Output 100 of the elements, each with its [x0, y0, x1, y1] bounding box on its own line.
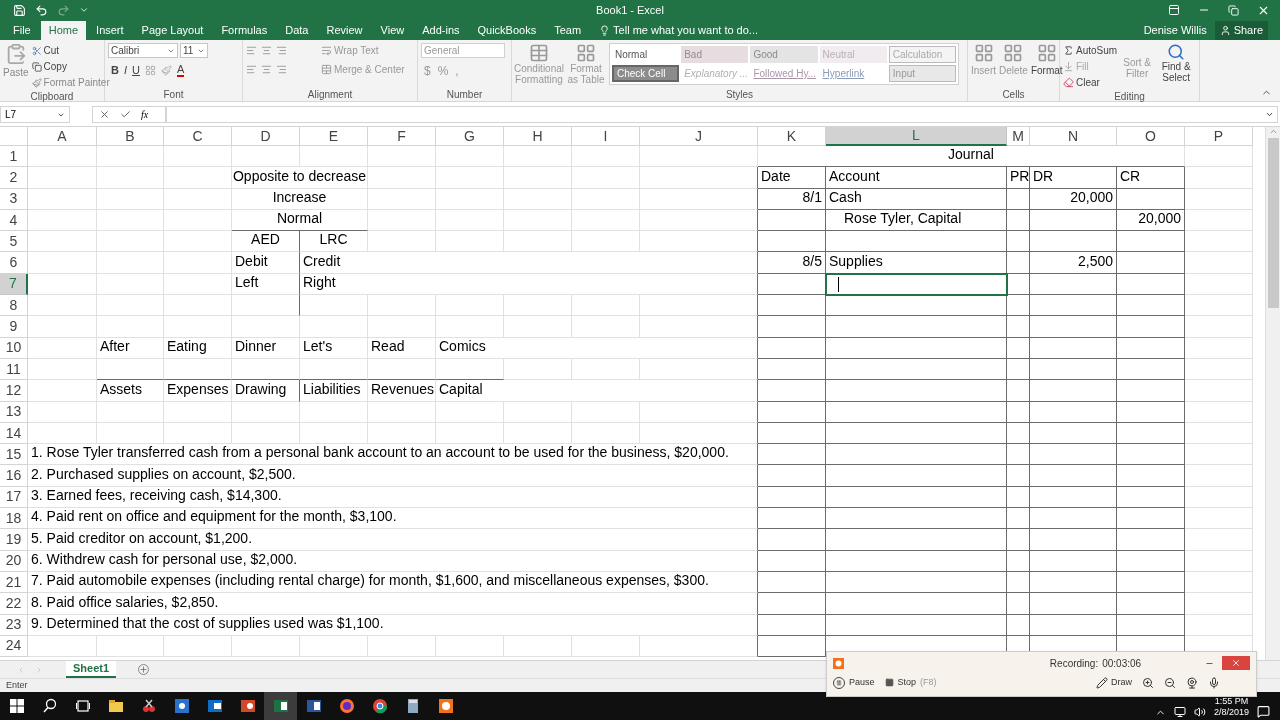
grid-cell[interactable]: [1030, 380, 1117, 402]
grid-cell[interactable]: [1030, 529, 1117, 551]
grid-cell[interactable]: [1007, 295, 1030, 317]
grid-cell[interactable]: [1007, 337, 1030, 359]
grid-cell[interactable]: [1117, 614, 1185, 636]
grid-cell[interactable]: [826, 316, 1007, 338]
name-box[interactable]: L7: [0, 106, 70, 123]
grid-cell[interactable]: [826, 358, 1007, 381]
grid-cell[interactable]: [758, 529, 826, 551]
grid-cell[interactable]: [1007, 508, 1030, 530]
grid-cell[interactable]: [826, 508, 1007, 530]
grid-cell[interactable]: [640, 167, 758, 189]
column-header[interactable]: M: [1007, 127, 1030, 146]
share-button[interactable]: Share: [1214, 21, 1268, 40]
webcam-icon[interactable]: [1186, 676, 1198, 689]
ribbon-tab[interactable]: Home: [40, 21, 87, 40]
grid-cell[interactable]: [758, 550, 826, 572]
grid-cell[interactable]: [1030, 295, 1117, 317]
grid-cell[interactable]: [1117, 273, 1185, 296]
grid-cell[interactable]: [1030, 486, 1117, 509]
grid-cell[interactable]: [826, 486, 1007, 509]
grid-cell[interactable]: [758, 486, 826, 509]
font-color-button[interactable]: A: [176, 63, 185, 77]
grid-cell[interactable]: [1007, 593, 1030, 615]
grid-cell[interactable]: [640, 295, 758, 317]
grid-cell[interactable]: [826, 550, 1007, 572]
align-center-icon[interactable]: [261, 45, 272, 56]
column-header[interactable]: L: [826, 127, 1007, 146]
grid-cell[interactable]: [826, 380, 1007, 402]
column-header[interactable]: B: [97, 127, 164, 146]
grid-cell[interactable]: [758, 295, 826, 317]
copy-button[interactable]: Copy: [31, 59, 110, 74]
grid-cell[interactable]: [1007, 231, 1030, 253]
grid-cell[interactable]: [640, 188, 758, 210]
grid-cell[interactable]: [1030, 550, 1117, 572]
grid-cell[interactable]: [758, 422, 826, 445]
grid-cell[interactable]: [758, 635, 826, 658]
scroll-up-icon[interactable]: [1268, 127, 1278, 136]
column-header[interactable]: H: [504, 127, 572, 146]
column-header[interactable]: D: [232, 127, 300, 146]
clock[interactable]: 1:55 PM 2/8/2019: [1213, 696, 1249, 718]
close-button[interactable]: [1222, 656, 1250, 670]
grid-cell[interactable]: [1030, 231, 1117, 253]
column-header[interactable]: F: [368, 127, 436, 146]
grid-cell[interactable]: [1030, 209, 1117, 232]
align-left-icon[interactable]: [246, 64, 257, 75]
cancel-icon[interactable]: [99, 109, 110, 120]
grid-cell[interactable]: [758, 401, 826, 423]
grid-cell[interactable]: [1117, 295, 1185, 317]
grid-cell[interactable]: [1117, 188, 1185, 210]
grid-cell[interactable]: [758, 465, 826, 487]
grid-cell[interactable]: [1007, 401, 1030, 423]
row-header[interactable]: 17: [0, 486, 28, 509]
row-header[interactable]: 5: [0, 231, 28, 253]
grid-cell[interactable]: [1030, 358, 1117, 381]
grid-cell[interactable]: [1117, 571, 1185, 594]
align-left-icon[interactable]: [246, 45, 257, 56]
underline-button[interactable]: U: [132, 62, 140, 79]
grid-cell[interactable]: [1007, 209, 1030, 232]
volume-icon[interactable]: [1193, 706, 1206, 718]
column-header[interactable]: K: [758, 127, 826, 146]
ribbon-tab[interactable]: QuickBooks: [469, 21, 545, 40]
grid-cell[interactable]: [758, 380, 826, 402]
grid-cell[interactable]: [232, 295, 300, 317]
grid-cell[interactable]: [640, 401, 758, 423]
autosum-button[interactable]: AutoSum: [1063, 43, 1118, 58]
grid-cell[interactable]: [826, 295, 1007, 317]
vertical-scrollbar[interactable]: [1265, 127, 1280, 660]
check-icon[interactable]: [120, 109, 131, 120]
grid-cell[interactable]: [1117, 508, 1185, 530]
grid-cell[interactable]: [1117, 593, 1185, 615]
grid-cell[interactable]: [1007, 316, 1030, 338]
grid-cell[interactable]: [758, 316, 826, 338]
ribbon-tab[interactable]: File: [5, 21, 39, 40]
ribbon-tab[interactable]: Review: [318, 21, 371, 40]
scroll-right-icon[interactable]: [35, 665, 43, 674]
grid-cell[interactable]: [1117, 422, 1185, 445]
pause-button[interactable]: Pause: [833, 676, 875, 690]
scroll-left-icon[interactable]: [17, 665, 25, 674]
grid-cell[interactable]: [640, 209, 758, 232]
italic-button[interactable]: I: [123, 62, 127, 79]
cut-button[interactable]: Cut: [31, 43, 110, 58]
row-header[interactable]: 14: [0, 422, 28, 445]
grid-cell[interactable]: [1007, 380, 1030, 402]
cells-button[interactable]: Format: [1030, 43, 1063, 78]
ribbon-tab[interactable]: Add-ins: [414, 21, 468, 40]
active-cell[interactable]: [826, 273, 1007, 296]
grid-cell[interactable]: [758, 444, 826, 466]
grid-cell[interactable]: [1117, 231, 1185, 253]
grid-cell[interactable]: [1030, 316, 1117, 338]
find-select-button[interactable]: Find & Select: [1157, 43, 1196, 83]
scrollbar-thumb[interactable]: [1267, 138, 1279, 308]
grid-cell[interactable]: [1117, 337, 1185, 359]
grid-cell[interactable]: [1117, 486, 1185, 509]
align-center-icon[interactable]: [261, 64, 272, 75]
grid-cell[interactable]: [1117, 550, 1185, 572]
grid-cell[interactable]: [826, 465, 1007, 487]
row-header[interactable]: 15: [0, 444, 28, 466]
customize-caret-icon[interactable]: [79, 5, 89, 15]
grid-cell[interactable]: [758, 231, 826, 253]
